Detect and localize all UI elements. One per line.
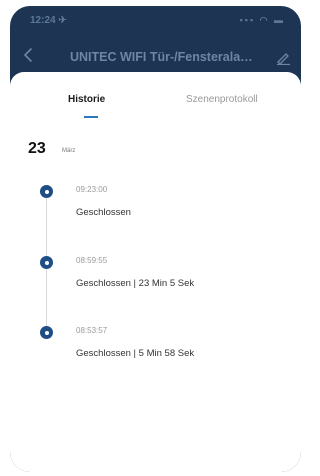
entry-status: Geschlossen | 5 Min 58 Sek <box>76 348 195 359</box>
device-title: UNITEC WIFI Tür-/Fensterala… <box>70 50 253 64</box>
timeline-dot <box>40 326 53 339</box>
entry-time: 08:53:57 <box>76 326 108 335</box>
back-chevron-icon[interactable] <box>20 46 38 64</box>
timeline-connector <box>46 196 47 258</box>
tab-szenenprotokoll[interactable]: Szenenprotokoll <box>186 94 258 105</box>
status-time: 12:24 ✈ <box>30 15 67 26</box>
entry-status: Geschlossen | 23 Min 5 Sek <box>76 278 195 289</box>
tab-historie[interactable]: Historie <box>68 94 105 105</box>
status-bar: 12:24 ✈ ▪▪▪ ◠ ▬ <box>10 6 301 34</box>
active-tab-indicator <box>84 116 98 118</box>
entry-time: 08:59:55 <box>76 256 108 265</box>
date-month: März <box>62 148 76 154</box>
history-sheet: Historie Szenenprotokoll 23 März 09:23:0… <box>10 72 301 472</box>
timeline-dot <box>40 185 53 198</box>
edit-icon[interactable] <box>275 49 291 65</box>
status-icons: ▪▪▪ ◠ ▬ <box>239 15 285 25</box>
timeline-connector <box>46 268 47 330</box>
nav-bar: UNITEC WIFI Tür-/Fensterala… <box>10 42 301 72</box>
timeline-dot <box>40 256 53 269</box>
date-day: 23 <box>28 140 46 157</box>
entry-time: 09:23:00 <box>76 185 108 194</box>
entry-status: Geschlossen <box>76 207 131 218</box>
phone-screen: 12:24 ✈ ▪▪▪ ◠ ▬ UNITEC WIFI Tür-/Fenster… <box>10 6 301 472</box>
